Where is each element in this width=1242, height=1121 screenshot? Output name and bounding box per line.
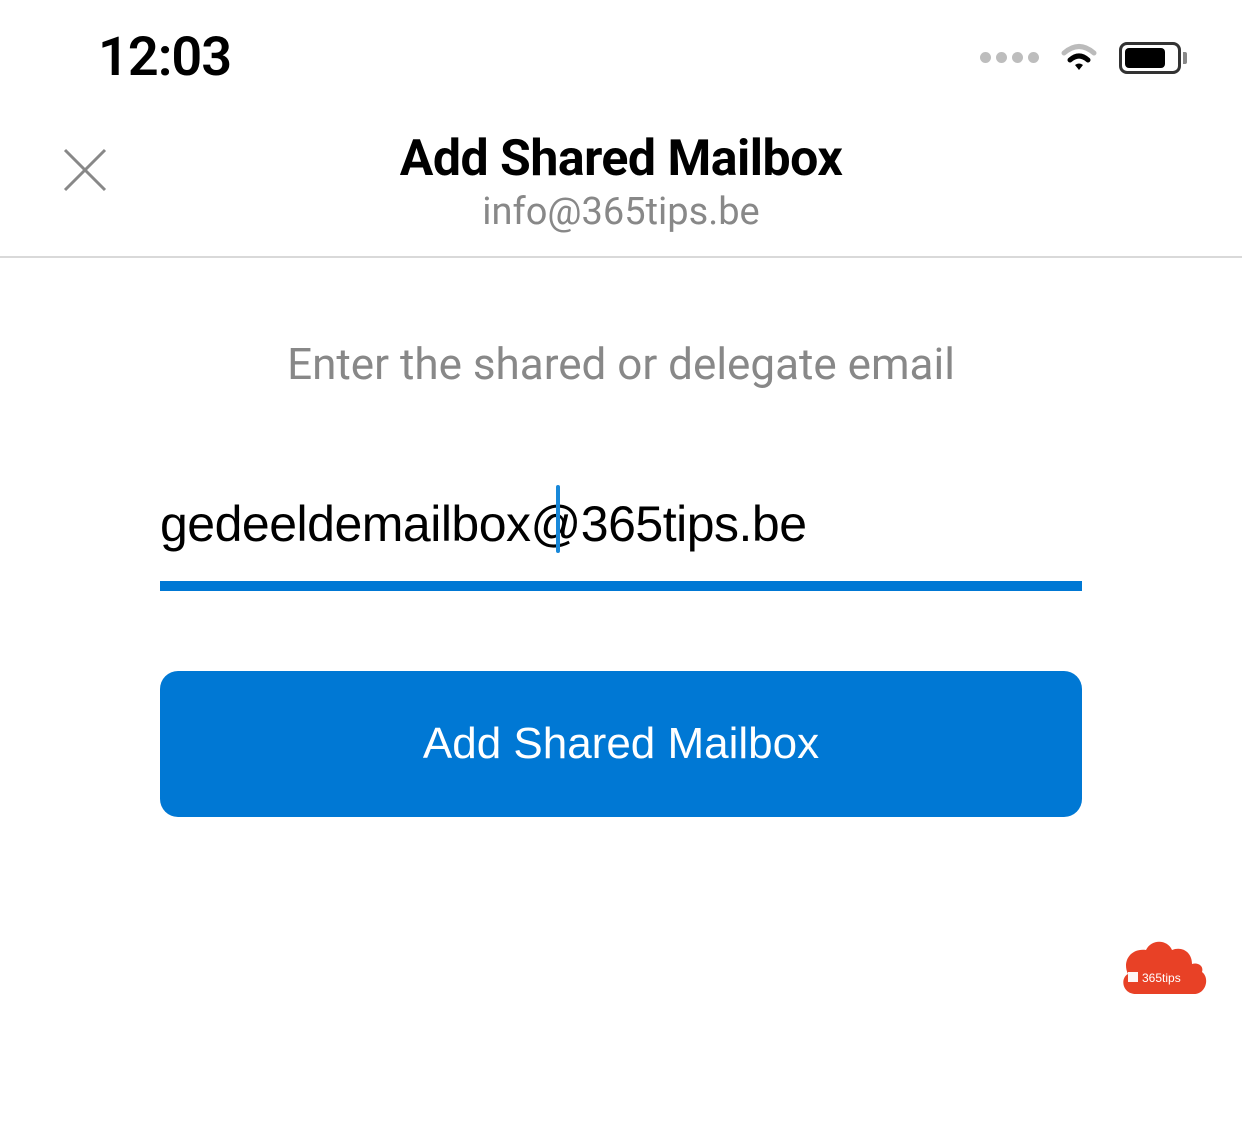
page-title: Add Shared Mailbox — [50, 130, 1192, 188]
main-content: Enter the shared or delegate email Add S… — [0, 258, 1242, 817]
close-button[interactable] — [58, 143, 112, 197]
email-field-wrapper — [160, 495, 1082, 591]
email-field[interactable] — [160, 495, 1082, 553]
status-right — [980, 42, 1187, 74]
page-subtitle: info@365tips.be — [50, 190, 1192, 234]
wifi-icon — [1057, 42, 1101, 74]
status-bar: 12:03 — [0, 0, 1242, 115]
cellular-dots-icon — [980, 52, 1039, 63]
battery-icon — [1119, 42, 1187, 74]
status-time: 12:03 — [98, 26, 231, 89]
nav-bar: Add Shared Mailbox info@365tips.be — [0, 115, 1242, 258]
instruction-text: Enter the shared or delegate email — [160, 338, 1082, 390]
close-icon — [63, 148, 107, 192]
text-caret — [556, 485, 560, 553]
branding-badge: 365tips — [1116, 936, 1212, 996]
add-shared-mailbox-button[interactable]: Add Shared Mailbox — [160, 671, 1082, 817]
branding-text: 365tips — [1142, 971, 1181, 985]
